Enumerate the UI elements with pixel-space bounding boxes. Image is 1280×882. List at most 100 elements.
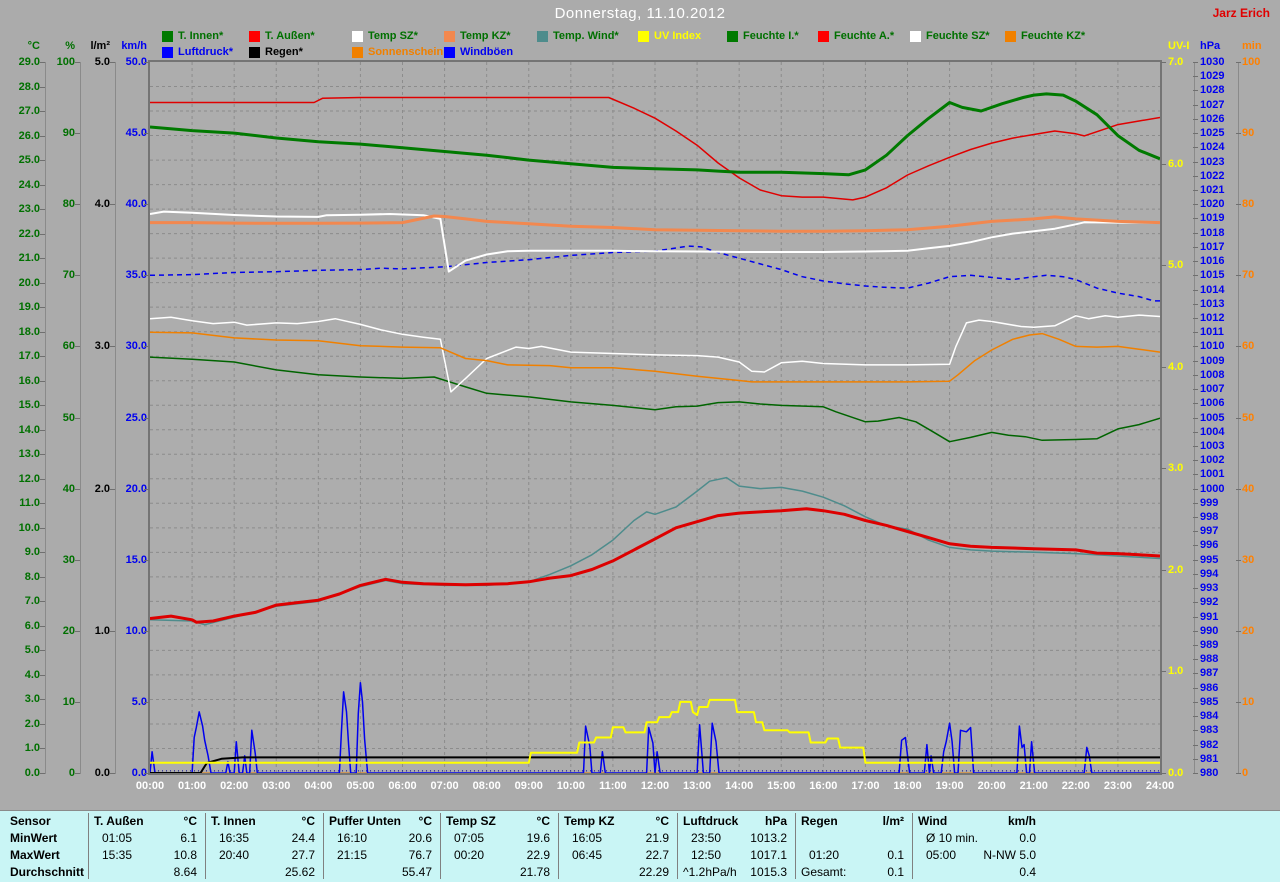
table-row-label: MinWert [10, 831, 58, 845]
axis-spine [80, 62, 81, 774]
axis-label: 9.0 [24, 546, 40, 559]
axis-label: 986 [1200, 681, 1219, 694]
axis-tick [144, 488, 149, 490]
axis-label: 60 [1242, 340, 1255, 353]
axis-label: 4.0 [94, 198, 110, 211]
axis-tick [40, 282, 45, 284]
axis-label: 19.0 [18, 301, 40, 314]
axis-label: 6.0 [24, 619, 40, 632]
axis-label: 3.0 [1168, 462, 1184, 475]
axis-tick [40, 160, 45, 162]
axis-tick [1193, 303, 1198, 305]
legend-swatch-icon [162, 46, 173, 58]
legend-label: Feuchte I.* [743, 30, 799, 42]
axis-label: 1011 [1200, 326, 1224, 339]
axis-label: 1017 [1200, 240, 1225, 253]
axis-label: 1030 [1200, 56, 1225, 68]
axis-label: 1029 [1200, 70, 1225, 83]
axis-header-kmh: km/h [121, 40, 147, 52]
legend-label: UV Index [654, 30, 702, 42]
axis-tick [75, 773, 80, 774]
axis-tick [40, 209, 45, 211]
axis-label: 30 [1242, 553, 1255, 566]
x-axis-label: 21:00 [1019, 780, 1048, 792]
x-axis-label: 07:00 [430, 780, 459, 792]
axis-label: 1009 [1200, 354, 1225, 367]
x-axis-label: 19:00 [935, 780, 964, 792]
axis-tick [1193, 389, 1198, 391]
axis-label: 1006 [1200, 397, 1225, 410]
axis-label: 30 [62, 553, 75, 566]
axis-tick [75, 417, 80, 419]
axis-tick [1193, 545, 1198, 547]
axis-tick [1193, 630, 1198, 632]
axis-tick [1236, 62, 1241, 63]
axis-tick [110, 204, 115, 206]
table-cell: 76.7 [408, 848, 432, 862]
x-axis-label: 00:00 [135, 780, 165, 792]
axis-tick [1193, 204, 1198, 206]
axis-tick [1236, 559, 1241, 561]
axis-tick [1193, 360, 1198, 362]
axis-label: 17.0 [18, 350, 40, 363]
legend-swatch-icon [727, 30, 738, 42]
axis-tick [110, 630, 115, 632]
legend-item: Regen* [249, 46, 303, 58]
axis-tick [144, 275, 149, 277]
legend-swatch-icon [352, 46, 363, 58]
axis-tick [1193, 62, 1198, 63]
axis-label: 50 [62, 411, 75, 424]
table-cell: 24.4 [291, 831, 315, 845]
axis-tick [1193, 474, 1198, 476]
legend-item: Sonnenschein [352, 46, 443, 58]
x-axis-label: 03:00 [262, 780, 291, 792]
axis-label: 0 [1242, 767, 1249, 779]
axis-spine [45, 62, 46, 774]
legend-item: Luftdruck* [162, 46, 233, 58]
axis-tick [1193, 602, 1198, 604]
legend-item: Temp. Wind* [537, 30, 619, 42]
axis-tick [40, 135, 45, 137]
table-row-label: Durchschnitt [10, 865, 85, 879]
axis-tick [1193, 218, 1198, 220]
axis-label: 20.0 [18, 276, 40, 289]
axis-tick [40, 233, 45, 235]
axis-tick [1193, 645, 1198, 647]
legend-swatch-icon [1005, 30, 1016, 42]
axis-label: 8.0 [24, 570, 40, 583]
x-axis-label: 23:00 [1103, 780, 1132, 792]
axis-label: 995 [1200, 553, 1219, 566]
axis-label: 80 [1242, 198, 1255, 211]
table-cell: 27.7 [291, 848, 315, 862]
axis-tick [1236, 630, 1241, 632]
axis-label: 12.0 [18, 472, 40, 485]
axis-tick [40, 62, 45, 63]
table-cell: N-NW 5.0 [983, 848, 1036, 862]
axis-label: 1028 [1200, 84, 1225, 97]
table-cell: 0.1 [887, 848, 904, 862]
axis-tick [1193, 673, 1198, 675]
axis-label: 21.0 [18, 252, 40, 265]
axis-label: 11.0 [19, 497, 40, 510]
table-row-label: MaxWert [10, 848, 60, 862]
axis-tick [1236, 488, 1241, 490]
axis-label: 15.0 [18, 399, 40, 412]
legend-label: T. Außen* [265, 30, 315, 42]
axis-tick [1193, 90, 1198, 92]
axis-tick [40, 111, 45, 113]
axis-label: 992 [1200, 596, 1219, 609]
axis-label: 0.0 [24, 767, 40, 779]
axis-label: 1003 [1200, 439, 1225, 452]
axis-tick [1161, 163, 1166, 165]
axis-header-hpa: hPa [1200, 40, 1221, 52]
axis-tick [1193, 76, 1198, 78]
axis-tick [1193, 445, 1198, 447]
axis-label: 50 [1242, 411, 1255, 424]
axis-tick [75, 488, 80, 490]
axis-label: 14.0 [18, 423, 40, 436]
table-row-label: Sensor [10, 814, 51, 828]
axis-label: 20 [62, 624, 75, 637]
axis-tick [75, 701, 80, 703]
axis-header-lm2: l/m² [90, 40, 110, 52]
axis-label: 80 [62, 198, 75, 211]
